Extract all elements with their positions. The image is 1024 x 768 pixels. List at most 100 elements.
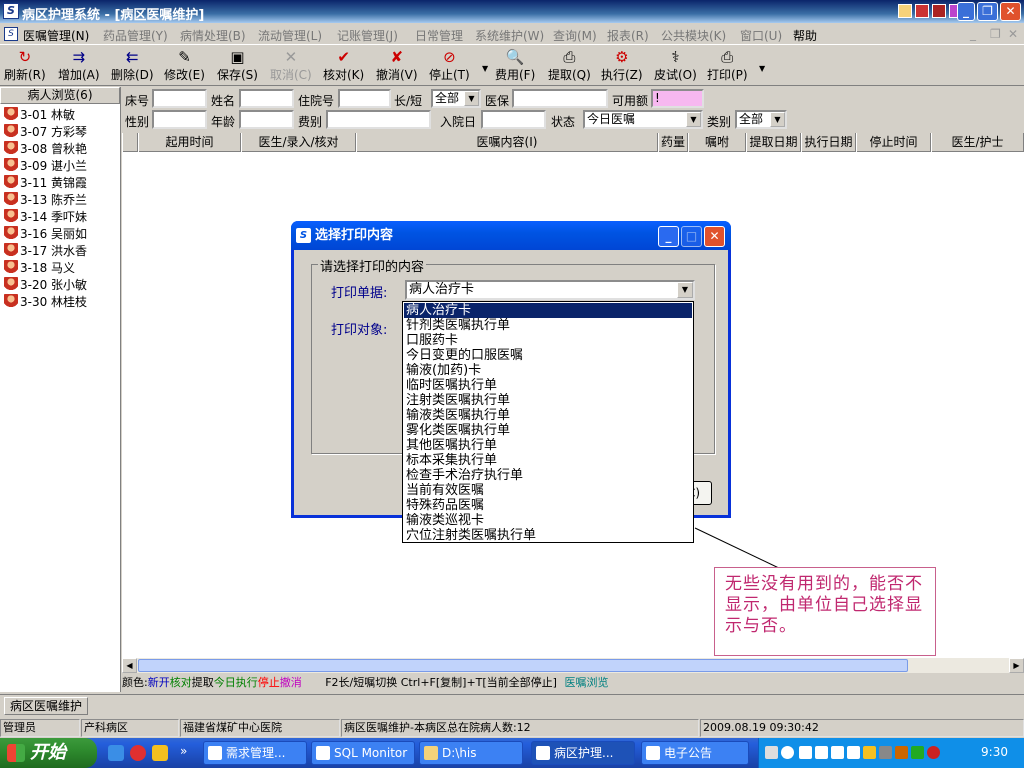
menu-billing[interactable]: 记账管理(J): [337, 27, 398, 44]
category-select[interactable]: 全部 ▼: [735, 110, 787, 129]
execute-button[interactable]: ⚙ 执行(Z): [601, 49, 643, 83]
close-button[interactable]: ✕: [1000, 2, 1021, 21]
name-field[interactable]: [239, 89, 294, 108]
dropdown-option[interactable]: 口服药卡: [404, 333, 692, 348]
mail-icon[interactable]: [847, 746, 860, 759]
menu-mobility[interactable]: 流动管理(L): [258, 27, 322, 44]
gender-field[interactable]: [152, 110, 207, 129]
dropdown-option[interactable]: 输液类巡视卡: [404, 513, 692, 528]
dropdown-option[interactable]: 检查手术治疗执行单: [404, 468, 692, 483]
col-content[interactable]: 医嘱内容(I): [356, 133, 658, 152]
fee-type-field[interactable]: [326, 110, 431, 129]
print-button[interactable]: ⎙ 打印(P): [707, 49, 748, 83]
stop-button[interactable]: ⊘ 停止(T): [429, 49, 470, 83]
dropdown-option[interactable]: 临时医嘱执行单: [404, 378, 692, 393]
scroll-left-icon[interactable]: ◀: [122, 658, 137, 673]
stop-icon[interactable]: [927, 746, 940, 759]
mdi-close-icon[interactable]: ✕: [1008, 27, 1018, 41]
dropdown-option[interactable]: 雾化类医嘱执行单: [404, 423, 692, 438]
long-short-select[interactable]: 全部 ▼: [431, 89, 481, 108]
col-stop-time[interactable]: 停止时间: [856, 133, 931, 152]
minimize-button[interactable]: _: [957, 2, 975, 21]
dropdown-option[interactable]: 注射类医嘱执行单: [404, 393, 692, 408]
status-select[interactable]: 今日医嘱 ▼: [583, 110, 703, 129]
print-dropdown-icon[interactable]: ▼: [759, 64, 765, 73]
menu-daily[interactable]: 日常管理: [415, 27, 463, 44]
dropdown-option[interactable]: 病人治疗卡: [404, 303, 692, 318]
dialog-minimize-button[interactable]: _: [658, 226, 679, 247]
refresh-button[interactable]: ↻ 刷新(R): [4, 49, 46, 83]
fee-button[interactable]: 🔍 费用(F): [495, 49, 535, 83]
age-field[interactable]: [239, 110, 294, 129]
task-sql-monitor[interactable]: SQL Monitor: [311, 741, 415, 765]
dropdown-option[interactable]: 当前有效医嘱: [404, 483, 692, 498]
restore-button[interactable]: ❐: [977, 2, 998, 21]
extract-button[interactable]: ⎙ 提取(Q): [548, 49, 591, 83]
col-start-time[interactable]: 起用时间: [138, 133, 241, 152]
col-dose[interactable]: 药量: [658, 133, 688, 152]
shield-icon[interactable]: [911, 746, 924, 759]
stop-dropdown-icon[interactable]: ▼: [482, 64, 488, 73]
save-button[interactable]: ▣ 保存(S): [217, 49, 258, 83]
dialog-close-button[interactable]: ✕: [704, 226, 725, 247]
mail-icon[interactable]: [799, 746, 812, 759]
patient-item[interactable]: 3-20 张小敏: [4, 277, 87, 294]
horizontal-scrollbar[interactable]: ◀ ▶: [122, 658, 1024, 673]
menu-system[interactable]: 系统维护(W): [475, 27, 544, 44]
menu-window[interactable]: 窗口(U): [740, 27, 782, 44]
insurance-field[interactable]: [512, 89, 608, 108]
menu-help[interactable]: 帮助: [793, 27, 817, 44]
task-ward-nursing[interactable]: 病区护理...: [531, 741, 635, 765]
undo-button[interactable]: ✘ 撤消(V): [376, 49, 418, 83]
dropdown-option[interactable]: 特殊药品医嘱: [404, 498, 692, 513]
chevron-down-icon[interactable]: ▼: [677, 282, 693, 298]
mdi-child-icon[interactable]: S: [4, 27, 18, 41]
patient-item[interactable]: 3-16 吴丽如: [4, 226, 87, 243]
patient-item[interactable]: 3-01 林敏: [4, 107, 75, 124]
delete-button[interactable]: ⇇ 删除(D): [111, 49, 154, 83]
menu-conditions[interactable]: 病情处理(B): [180, 27, 246, 44]
tray-expand-icon[interactable]: [781, 746, 794, 759]
print-doc-dropdown[interactable]: 病人治疗卡 针剂类医嘱执行单 口服药卡 今日变更的口服医嘱 输液(加药)卡 临时…: [402, 301, 694, 543]
dropdown-option[interactable]: 输液(加药)卡: [404, 363, 692, 378]
menu-query[interactable]: 查询(M): [553, 27, 597, 44]
ie-icon[interactable]: [108, 745, 124, 761]
col-doctor-nurse[interactable]: 医生/护士: [931, 133, 1024, 152]
media-icon[interactable]: [130, 745, 146, 761]
col-extract-date[interactable]: 提取日期: [746, 133, 801, 152]
patient-item[interactable]: 3-13 陈乔兰: [4, 192, 87, 209]
skintest-button[interactable]: ⚕ 皮试(O): [654, 49, 697, 83]
patient-item[interactable]: 3-17 洪水香: [4, 243, 87, 260]
mdi-restore-icon[interactable]: ❐: [990, 27, 1001, 41]
menu-orders[interactable]: 医嘱管理(N): [23, 27, 89, 44]
dropdown-option[interactable]: 今日变更的口服医嘱: [404, 348, 692, 363]
dropdown-option[interactable]: 其他医嘱执行单: [404, 438, 692, 453]
menu-reports[interactable]: 报表(R): [607, 27, 649, 44]
antivirus-icon[interactable]: [895, 746, 908, 759]
dropdown-option[interactable]: 标本采集执行单: [404, 453, 692, 468]
patient-item[interactable]: 3-11 黄锦霞: [4, 175, 87, 192]
patient-item[interactable]: 3-08 曾秋艳: [4, 141, 87, 158]
quicklaunch-more-icon[interactable]: »: [180, 744, 187, 758]
tab-order-maintenance[interactable]: 病区医嘱维护: [4, 697, 89, 715]
scroll-right-icon[interactable]: ▶: [1009, 658, 1024, 673]
dropdown-option[interactable]: 输液类医嘱执行单: [404, 408, 692, 423]
network-icon[interactable]: [879, 746, 892, 759]
col-doctor[interactable]: 医生/录入/核对: [241, 133, 356, 152]
print-doc-combo[interactable]: 病人治疗卡 ▼: [405, 280, 695, 300]
patient-item[interactable]: 3-09 谌小兰: [4, 158, 87, 175]
cancel-button[interactable]: ✕ 取消(C): [270, 49, 312, 83]
menu-drugs[interactable]: 药品管理(Y): [103, 27, 168, 44]
mail-icon[interactable]: [815, 746, 828, 759]
qq-icon[interactable]: [863, 746, 876, 759]
dropdown-option[interactable]: 穴位注射类医嘱执行单: [404, 528, 692, 543]
mdi-minimize-icon[interactable]: _: [970, 27, 976, 41]
dropdown-option[interactable]: 针剂类医嘱执行单: [404, 318, 692, 333]
patient-item[interactable]: 3-07 方彩琴: [4, 124, 87, 141]
patient-item[interactable]: 3-18 马义: [4, 260, 75, 277]
add-button[interactable]: ⇉ 增加(A): [58, 49, 100, 83]
col-exec-date[interactable]: 执行日期: [801, 133, 856, 152]
order-browse-link[interactable]: 医嘱浏览: [564, 676, 608, 689]
keyboard-icon[interactable]: [765, 746, 778, 759]
start-button[interactable]: 开始: [0, 738, 97, 768]
